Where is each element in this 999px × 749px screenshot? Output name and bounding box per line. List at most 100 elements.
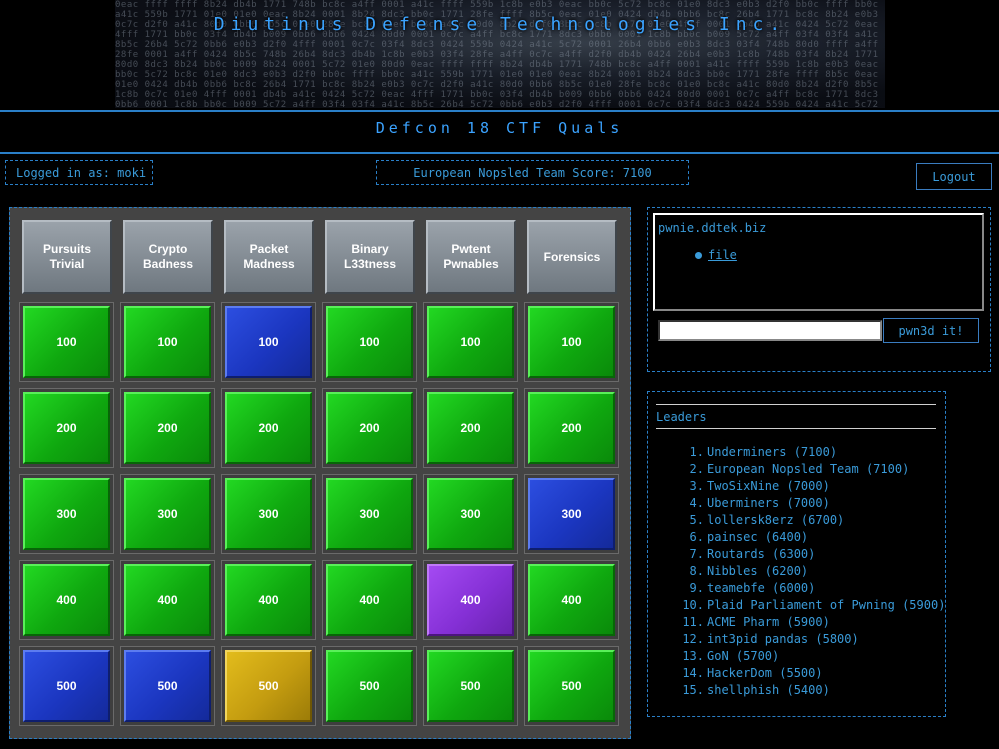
challenge-tile[interactable]: 200 bbox=[528, 392, 615, 464]
challenge-tile[interactable]: 300 bbox=[225, 478, 312, 550]
board-cell: 200 bbox=[19, 388, 114, 468]
challenge-tile[interactable]: 100 bbox=[326, 306, 413, 378]
logout-button[interactable]: Logout bbox=[916, 163, 992, 190]
challenge-tile[interactable]: 500 bbox=[326, 650, 413, 722]
board-cell: 500 bbox=[221, 646, 316, 726]
board-cell: 400 bbox=[423, 560, 518, 640]
leader-entry: 7. Routards (6300) bbox=[668, 546, 945, 563]
board-cell: 300 bbox=[221, 474, 316, 554]
pwnie-panel: pwnie.ddtek.biz file pwn3d it! bbox=[647, 207, 991, 372]
leader-rank: 7. bbox=[689, 547, 704, 561]
board-cell: 100 bbox=[322, 302, 417, 382]
challenge-tile[interactable]: 500 bbox=[124, 650, 211, 722]
leader-rank: 6. bbox=[689, 530, 704, 544]
board-cell: 200 bbox=[524, 388, 619, 468]
challenge-tile[interactable]: 500 bbox=[23, 650, 110, 722]
challenge-tile[interactable]: 100 bbox=[124, 306, 211, 378]
board-cell: 200 bbox=[120, 388, 215, 468]
leader-rank: 9. bbox=[689, 581, 704, 595]
challenge-viewer: pwnie.ddtek.biz file bbox=[653, 213, 984, 311]
category-header: Pwtent Pwnables bbox=[426, 220, 516, 294]
challenge-tile[interactable]: 400 bbox=[225, 564, 312, 636]
leader-rank: 2. bbox=[689, 462, 704, 476]
leader-rank: 3. bbox=[689, 479, 704, 493]
board-cell: 200 bbox=[221, 388, 316, 468]
leader-rank: 11. bbox=[682, 615, 704, 629]
file-link[interactable]: file bbox=[708, 248, 737, 262]
board-cell: 500 bbox=[322, 646, 417, 726]
leader-rank: 10. bbox=[682, 598, 704, 612]
challenge-tile[interactable]: 500 bbox=[528, 650, 615, 722]
leader-entry: 5. lollersk8erz (6700) bbox=[668, 512, 945, 529]
leader-name-score: TwoSixNine (7000) bbox=[707, 479, 830, 493]
board-cell: 100 bbox=[524, 302, 619, 382]
leader-entry: 6. painsec (6400) bbox=[668, 529, 945, 546]
leader-entry: 9. teamebfe (6000) bbox=[668, 580, 945, 597]
leader-entry: 10. Plaid Parliament of Pwning (5900) bbox=[668, 597, 945, 614]
challenge-tile[interactable]: 300 bbox=[124, 478, 211, 550]
category-header: Crypto Badness bbox=[123, 220, 213, 294]
divider bbox=[656, 428, 936, 429]
board-cell: 400 bbox=[524, 560, 619, 640]
challenge-tile[interactable]: 400 bbox=[326, 564, 413, 636]
divider bbox=[656, 404, 936, 405]
leader-name-score: HackerDom (5500) bbox=[707, 666, 823, 680]
leader-name-score: GoN (5700) bbox=[707, 649, 780, 663]
leader-entry: 4. Uberminers (7000) bbox=[668, 495, 945, 512]
leader-name-score: Underminers (7100) bbox=[707, 445, 838, 459]
category-header: Forensics bbox=[527, 220, 617, 294]
divider bbox=[0, 110, 999, 112]
challenge-tile[interactable]: 300 bbox=[23, 478, 110, 550]
board-cell: 100 bbox=[19, 302, 114, 382]
leader-entry: 15. shellphish (5400) bbox=[668, 682, 945, 699]
challenge-tile[interactable]: 400 bbox=[528, 564, 615, 636]
board-cell: 500 bbox=[19, 646, 114, 726]
leader-rank: 8. bbox=[689, 564, 704, 578]
challenge-tile[interactable]: 500 bbox=[427, 650, 514, 722]
board-cell: 400 bbox=[120, 560, 215, 640]
leader-rank: 14. bbox=[682, 666, 704, 680]
challenge-tile[interactable]: 400 bbox=[23, 564, 110, 636]
leader-entry: 11. ACME Pharm (5900) bbox=[668, 614, 945, 631]
board-cell: 300 bbox=[322, 474, 417, 554]
challenge-board: Pursuits Trivial Crypto Badness Packet Mad… bbox=[9, 207, 631, 739]
challenge-tile[interactable]: 100 bbox=[427, 306, 514, 378]
challenge-tile[interactable]: 400 bbox=[427, 564, 514, 636]
challenge-tile[interactable]: 100 bbox=[225, 306, 312, 378]
board-cell: 300 bbox=[19, 474, 114, 554]
submit-answer-button[interactable]: pwn3d it! bbox=[883, 318, 979, 343]
answer-input[interactable] bbox=[658, 320, 882, 341]
challenge-tile[interactable]: 300 bbox=[528, 478, 615, 550]
challenge-tile[interactable]: 200 bbox=[427, 392, 514, 464]
leader-name-score: painsec (6400) bbox=[707, 530, 809, 544]
leader-name-score: European Nopsled Team (7100) bbox=[707, 462, 910, 476]
leaders-title: Leaders bbox=[656, 410, 707, 424]
leader-entry: 3. TwoSixNine (7000) bbox=[668, 478, 945, 495]
challenge-tile[interactable]: 200 bbox=[225, 392, 312, 464]
board-cell: 300 bbox=[120, 474, 215, 554]
challenge-tile[interactable]: 300 bbox=[427, 478, 514, 550]
category-header: Pursuits Trivial bbox=[22, 220, 112, 294]
board-cell: 100 bbox=[120, 302, 215, 382]
challenge-tile[interactable]: 400 bbox=[124, 564, 211, 636]
divider bbox=[0, 152, 999, 154]
leader-entry: 8. Nibbles (6200) bbox=[668, 563, 945, 580]
board-cell: 200 bbox=[423, 388, 518, 468]
category-header: Packet Madness bbox=[224, 220, 314, 294]
challenge-tile[interactable]: 500 bbox=[225, 650, 312, 722]
challenge-tile[interactable]: 100 bbox=[23, 306, 110, 378]
challenge-tile[interactable]: 300 bbox=[326, 478, 413, 550]
challenge-tile[interactable]: 200 bbox=[326, 392, 413, 464]
leader-rank: 15. bbox=[682, 683, 704, 697]
challenge-tile[interactable]: 100 bbox=[528, 306, 615, 378]
header-banner: 0eac ffff ffff 8b24 db4b 1771 748b bc8c … bbox=[115, 0, 885, 108]
board-cell: 400 bbox=[322, 560, 417, 640]
leader-name-score: lollersk8erz (6700) bbox=[707, 513, 845, 527]
challenge-tile[interactable]: 200 bbox=[124, 392, 211, 464]
board-cell: 400 bbox=[221, 560, 316, 640]
challenge-tile[interactable]: 200 bbox=[23, 392, 110, 464]
leader-rank: 4. bbox=[689, 496, 704, 510]
team-score: European Nopsled Team Score: 7100 bbox=[376, 160, 689, 185]
leader-entry: 13. GoN (5700) bbox=[668, 648, 945, 665]
leader-rank: 13. bbox=[682, 649, 704, 663]
